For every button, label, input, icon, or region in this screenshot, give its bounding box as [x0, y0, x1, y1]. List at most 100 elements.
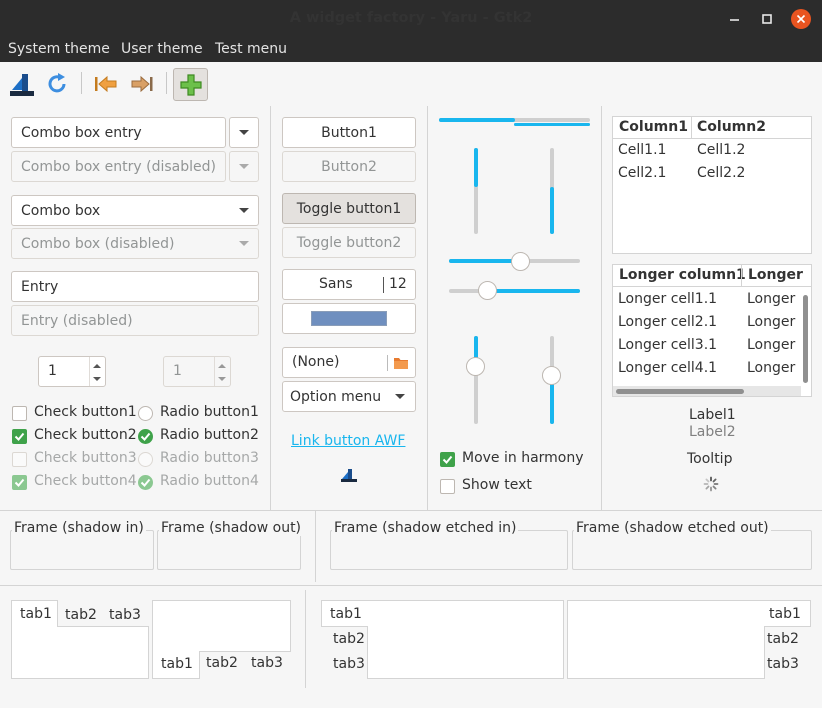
button1[interactable]: Button1 [282, 117, 416, 148]
tree1-cell[interactable]: Cell2.2 [697, 165, 745, 181]
check-mark-icon [140, 432, 151, 441]
minimize-button[interactable] [724, 8, 746, 30]
spin-button-2: 1 [163, 356, 231, 387]
tree1-cell[interactable]: Cell1.2 [697, 142, 745, 158]
tree1-cell[interactable]: Cell2.1 [618, 165, 666, 181]
frame-shadow-etched-out [572, 530, 812, 570]
spin-button-1[interactable]: 1 [38, 356, 106, 387]
tree2-cell[interactable]: Longer cell3.1 [618, 337, 717, 353]
notebook-top-tab3[interactable]: tab3 [109, 607, 141, 623]
tree2-cell[interactable]: Longer [747, 337, 795, 353]
horizontal-scale-1-knob[interactable] [511, 252, 531, 271]
horizontal-scrollbar[interactable] [616, 389, 744, 394]
notebook-bottom-tab3[interactable]: tab3 [251, 655, 283, 671]
check-button1-box[interactable] [12, 406, 27, 421]
entry-disabled: Entry (disabled) [11, 305, 259, 336]
frame-shadow-etched-in-label: Frame (shadow etched in) [332, 520, 519, 536]
show-text-box[interactable] [440, 479, 455, 494]
spin-down-icon[interactable] [93, 377, 101, 381]
close-button[interactable] [790, 8, 812, 30]
vertical-scale-3-knob[interactable] [466, 356, 485, 376]
spin-value: 1 [48, 363, 57, 379]
check-button4-label: Check button4 [34, 473, 137, 489]
font-button[interactable]: Sans 12 [282, 269, 416, 300]
notebook-left-tab2[interactable]: tab2 [333, 631, 365, 647]
file-chooser-button[interactable]: (None) [282, 347, 416, 378]
radio-button1-circle[interactable] [138, 406, 153, 421]
check-button2-label[interactable]: Check button2 [34, 427, 137, 443]
tooltip-label[interactable]: Tooltip [687, 451, 732, 467]
tree2-cell[interactable]: Longer [747, 360, 795, 376]
tree-view-2[interactable]: Longer column1 Longer Longer cell1.1 Lon… [612, 264, 812, 397]
spin-value: 1 [173, 363, 182, 379]
notebook-right-tab3[interactable]: tab3 [767, 656, 799, 672]
maximize-button[interactable] [756, 8, 778, 30]
toolbar-refresh-button[interactable] [41, 68, 73, 100]
notebook-top-page [11, 626, 149, 679]
tree2-cell[interactable]: Longer cell2.1 [618, 314, 717, 330]
notebook-right-tab2[interactable]: tab2 [767, 631, 799, 647]
spin-down-icon [218, 377, 226, 381]
window-title: A widget factory - Yaru - Gtk2 [289, 10, 533, 26]
go-first-icon [95, 75, 117, 93]
toolbar-go-last-button[interactable] [126, 68, 158, 100]
check-button3-box [12, 452, 27, 467]
combo-box[interactable]: Combo box [11, 195, 259, 226]
link-button[interactable]: Link button AWF [291, 433, 405, 449]
menu-test[interactable]: Test menu [215, 37, 287, 62]
toggle-button1[interactable]: Toggle button1 [282, 193, 416, 224]
menu-user-theme[interactable]: User theme [121, 37, 203, 62]
radio-button2-label[interactable]: Radio button2 [160, 427, 259, 443]
radio-button4-label: Radio button4 [160, 473, 259, 489]
combo-box-entry[interactable]: Combo box entry [11, 117, 226, 148]
entry[interactable]: Entry [11, 271, 259, 302]
chevron-down-icon [395, 394, 405, 399]
menu-system-theme[interactable]: System theme [8, 37, 110, 62]
combo-entry-dropdown-button[interactable] [229, 117, 259, 148]
move-in-harmony-label[interactable]: Move in harmony [462, 450, 584, 466]
combo-box-entry-disabled: Combo box entry (disabled) [11, 151, 226, 182]
show-text-label[interactable]: Show text [462, 477, 532, 493]
notebook-left-tab3[interactable]: tab3 [333, 656, 365, 672]
column-separator [315, 510, 316, 582]
color-button[interactable] [282, 303, 416, 334]
notebook-top-tab2[interactable]: tab2 [65, 607, 97, 623]
notebook-bottom-tab2[interactable]: tab2 [206, 655, 238, 671]
app-icon [341, 469, 357, 482]
check-button2-box[interactable] [12, 429, 27, 444]
tree-view-1[interactable]: Column1 Column2 Cell1.1 Cell1.2 Cell2.1 … [612, 116, 812, 254]
spin-up-icon[interactable] [93, 364, 101, 368]
button2: Button2 [282, 151, 416, 182]
radio-button1-label[interactable]: Radio button1 [160, 404, 259, 420]
tree2-cell[interactable]: Longer [747, 291, 795, 307]
radio-button3-label: Radio button3 [160, 450, 259, 466]
frame-shadow-in [10, 530, 154, 570]
toolbar-add-button[interactable] [173, 68, 208, 101]
horizontal-scale-2-knob[interactable] [478, 281, 498, 300]
vertical-scrollbar[interactable] [803, 295, 808, 383]
tree2-cell[interactable]: Longer cell4.1 [618, 360, 717, 376]
app-icon [10, 74, 34, 96]
toolbar-app-button[interactable] [6, 68, 38, 100]
option-menu[interactable]: Option menu [282, 381, 416, 412]
tree2-cell[interactable]: Longer cell1.1 [618, 291, 717, 307]
chevron-down-icon [239, 241, 249, 246]
vertical-scale-4-knob[interactable] [542, 365, 561, 385]
label2: Label2 [689, 424, 736, 440]
tree1-column1-header[interactable]: Column1 [619, 119, 688, 135]
tree1-column2-header[interactable]: Column2 [697, 119, 766, 135]
radio-button3-circle [138, 452, 153, 467]
toolbar-go-first-button[interactable] [90, 68, 122, 100]
tree2-column1-header[interactable]: Longer column1 [619, 267, 746, 283]
tree2-cell[interactable]: Longer [747, 314, 795, 330]
tree1-cell[interactable]: Cell1.1 [618, 142, 666, 158]
chevron-down-icon [239, 130, 249, 135]
spin-up-icon [218, 364, 226, 368]
notebook-bottom-page [152, 600, 291, 652]
horizontal-separator [0, 585, 822, 586]
check-button1-label[interactable]: Check button1 [34, 404, 137, 420]
radio-button2-circle[interactable] [138, 429, 153, 444]
move-in-harmony-box[interactable] [440, 452, 455, 467]
combo-entry-disabled-dropdown [229, 151, 259, 182]
tree2-column2-header[interactable]: Longer [748, 267, 803, 283]
